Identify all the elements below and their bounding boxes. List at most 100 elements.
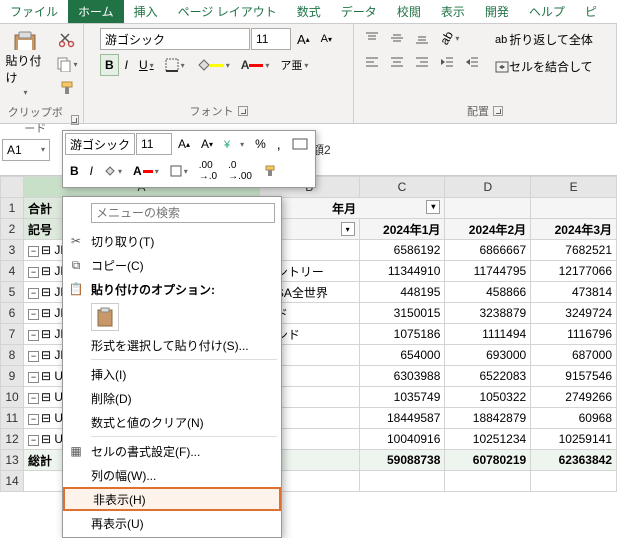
shrink-font-button[interactable]: A▾ bbox=[316, 28, 337, 50]
menu-unhide[interactable]: 再表示(U) bbox=[63, 511, 281, 535]
bold-button[interactable]: B bbox=[100, 54, 119, 76]
fill-color-button[interactable]: ▾ bbox=[191, 54, 235, 76]
collapse-icon[interactable]: − bbox=[28, 309, 39, 320]
row-header-2[interactable]: 2 bbox=[1, 219, 24, 240]
collapse-icon[interactable]: − bbox=[28, 414, 39, 425]
align-top-button[interactable] bbox=[360, 28, 384, 48]
row-header-5[interactable]: 5 bbox=[1, 282, 24, 303]
row-header-12[interactable]: 12 bbox=[1, 429, 24, 450]
align-left-button[interactable] bbox=[360, 52, 384, 72]
row-header-1[interactable]: 1 bbox=[1, 198, 24, 219]
mini-fill-color[interactable]: ▾ bbox=[99, 162, 127, 180]
mini-italic[interactable]: I bbox=[85, 161, 98, 181]
mini-grow-font[interactable]: A▴ bbox=[173, 134, 195, 154]
name-box[interactable]: A1▾ bbox=[2, 139, 50, 161]
month-col-1[interactable]: 2024年1月 bbox=[359, 219, 445, 240]
tab-cut[interactable]: ピ bbox=[575, 0, 607, 23]
row-header-3[interactable]: 3 bbox=[1, 240, 24, 261]
align-center-button[interactable] bbox=[385, 52, 409, 72]
italic-button[interactable]: I bbox=[120, 54, 133, 76]
mini-bold[interactable]: B bbox=[65, 161, 84, 181]
row-header-10[interactable]: 10 bbox=[1, 387, 24, 408]
font-launcher[interactable] bbox=[238, 106, 248, 116]
tab-view[interactable]: 表示 bbox=[431, 0, 475, 23]
phonetic-button[interactable]: ア亜▾ bbox=[275, 54, 313, 76]
filter-button[interactable]: ▾ bbox=[341, 222, 355, 236]
row-header-14[interactable]: 14 bbox=[1, 471, 24, 492]
mini-size-select[interactable] bbox=[136, 133, 172, 155]
row-header-9[interactable]: 9 bbox=[1, 366, 24, 387]
collapse-icon[interactable]: − bbox=[28, 372, 39, 383]
month-col-3[interactable]: 2024年3月 bbox=[531, 219, 617, 240]
copy-button[interactable]: ▾ bbox=[51, 53, 83, 75]
mini-shrink-font[interactable]: A▾ bbox=[196, 134, 218, 154]
cut-button[interactable] bbox=[51, 29, 83, 51]
tab-file[interactable]: ファイル bbox=[0, 0, 68, 23]
mini-inc-decimal[interactable]: .00→.0 bbox=[194, 157, 222, 185]
format-painter-button[interactable] bbox=[51, 77, 83, 99]
align-launcher[interactable] bbox=[493, 106, 503, 116]
menu-paste-special[interactable]: 形式を選択して貼り付け(S)... bbox=[63, 333, 281, 357]
tab-home[interactable]: ホーム bbox=[68, 0, 124, 23]
collapse-icon[interactable]: − bbox=[28, 246, 39, 257]
indent-decrease-button[interactable] bbox=[435, 52, 459, 72]
font-color-button[interactable]: A▾ bbox=[236, 54, 275, 76]
row-header-4[interactable]: 4 bbox=[1, 261, 24, 282]
col-header-E[interactable]: E bbox=[531, 177, 617, 198]
menu-column-width[interactable]: 列の幅(W)... bbox=[63, 463, 281, 487]
select-all-corner[interactable] bbox=[1, 177, 24, 198]
tab-insert[interactable]: 挿入 bbox=[124, 0, 168, 23]
orientation-button[interactable]: ab▾ bbox=[435, 28, 464, 48]
menu-delete[interactable]: 削除(D) bbox=[63, 386, 281, 410]
mini-format-painter[interactable] bbox=[258, 161, 282, 181]
wrap-text-button[interactable]: ab折り返して全体 bbox=[490, 28, 610, 51]
paste-button[interactable]: 貼り付け ▾ bbox=[1, 28, 49, 100]
menu-clear[interactable]: 数式と値のクリア(N) bbox=[63, 410, 281, 434]
menu-search-input[interactable] bbox=[91, 203, 275, 223]
filter-button[interactable]: ▾ bbox=[426, 200, 440, 214]
mini-comma-button[interactable]: , bbox=[272, 133, 286, 155]
collapse-icon[interactable]: − bbox=[28, 288, 39, 299]
col-header-D[interactable]: D bbox=[445, 177, 531, 198]
font-name-select[interactable] bbox=[100, 28, 250, 50]
header-year-month[interactable]: 年月▾ bbox=[259, 198, 444, 219]
mini-font-select[interactable] bbox=[65, 133, 135, 155]
mini-dec-decimal[interactable]: .0→.00 bbox=[223, 157, 257, 185]
mini-merge-button[interactable] bbox=[287, 135, 313, 153]
tab-review[interactable]: 校閲 bbox=[387, 0, 431, 23]
mini-borders[interactable]: ▾ bbox=[165, 162, 193, 180]
grow-font-button[interactable]: A▴ bbox=[292, 28, 315, 50]
align-bottom-button[interactable] bbox=[410, 28, 434, 48]
row-header-6[interactable]: 6 bbox=[1, 303, 24, 324]
menu-copy[interactable]: ⧉コピー(C) bbox=[63, 253, 281, 277]
collapse-icon[interactable]: − bbox=[28, 330, 39, 341]
row-header-8[interactable]: 8 bbox=[1, 345, 24, 366]
borders-button[interactable]: ▾ bbox=[160, 54, 190, 76]
mini-font-color[interactable]: A▾ bbox=[128, 161, 164, 181]
tab-formulas[interactable]: 数式 bbox=[287, 0, 331, 23]
collapse-icon[interactable]: − bbox=[28, 351, 39, 362]
menu-format-cells[interactable]: ▦セルの書式設定(F)... bbox=[63, 439, 281, 463]
menu-insert[interactable]: 挿入(I) bbox=[63, 362, 281, 386]
tab-developer[interactable]: 開発 bbox=[475, 0, 519, 23]
row-header-13[interactable]: 13 bbox=[1, 450, 24, 471]
collapse-icon[interactable]: − bbox=[28, 267, 39, 278]
month-col-2[interactable]: 2024年2月 bbox=[445, 219, 531, 240]
tab-page-layout[interactable]: ページ レイアウト bbox=[168, 0, 287, 23]
menu-cut[interactable]: ✂切り取り(T) bbox=[63, 229, 281, 253]
align-middle-button[interactable] bbox=[385, 28, 409, 48]
row-header-7[interactable]: 7 bbox=[1, 324, 24, 345]
col-header-C[interactable]: C bbox=[359, 177, 445, 198]
menu-hide[interactable]: 非表示(H) bbox=[63, 487, 281, 511]
collapse-icon[interactable]: − bbox=[28, 435, 39, 446]
merge-button[interactable]: セルを結合して bbox=[490, 55, 610, 78]
align-right-button[interactable] bbox=[410, 52, 434, 72]
tab-data[interactable]: データ bbox=[331, 0, 387, 23]
mini-percent-button[interactable]: % bbox=[250, 134, 271, 154]
underline-button[interactable]: U▾ bbox=[134, 54, 159, 76]
row-header-11[interactable]: 11 bbox=[1, 408, 24, 429]
paste-option-default[interactable] bbox=[91, 303, 119, 331]
tab-help[interactable]: ヘルプ bbox=[519, 0, 575, 23]
indent-increase-button[interactable] bbox=[460, 52, 484, 72]
collapse-icon[interactable]: − bbox=[28, 393, 39, 404]
